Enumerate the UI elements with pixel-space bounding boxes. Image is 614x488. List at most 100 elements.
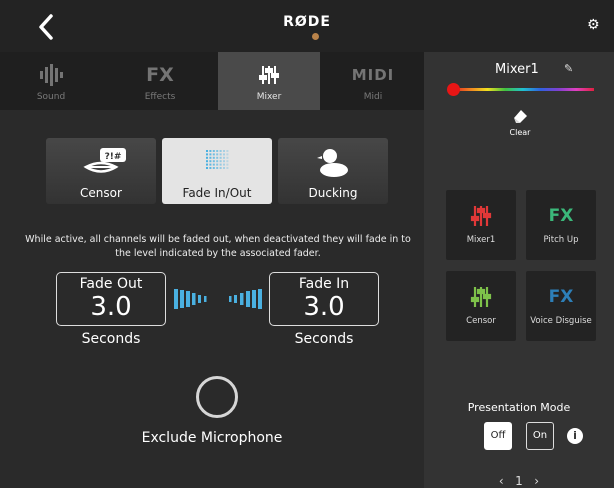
tab-label: Midi	[363, 92, 383, 102]
fade-grid-dot	[206, 160, 208, 163]
midi-icon: MIDI	[351, 66, 395, 84]
mode-description: While active, all channels will be faded…	[25, 234, 411, 259]
fade-grid-dot	[226, 160, 229, 163]
duck-icon	[317, 149, 348, 177]
brand-logo: RØDE	[283, 14, 331, 30]
fade-grid-dot	[209, 163, 212, 166]
color-slider-knob[interactable]	[447, 83, 460, 96]
fade-grid-dot	[209, 156, 212, 159]
fx-icon: FX	[146, 64, 174, 86]
exclude-microphone-label: Exclude Microphone	[141, 430, 283, 446]
tab-label: Effects	[144, 92, 176, 102]
sliders-icon	[470, 206, 492, 226]
pad-censor[interactable]: Censor	[446, 271, 516, 341]
mode-censor-button[interactable]: ?!# Censor	[46, 138, 156, 204]
fade-grid-dot	[212, 150, 215, 152]
fade-grid-dot	[209, 167, 212, 169]
fade-grid-dot	[223, 163, 225, 166]
fade-out-value: 3.0	[90, 292, 132, 322]
fx-icon: FX	[548, 206, 574, 226]
fade-grid-dot	[216, 156, 219, 159]
pad-mixer1[interactable]: Mixer1	[446, 190, 516, 260]
fade-grid-dot	[209, 153, 212, 156]
tab-effects[interactable]: FX Effects	[109, 52, 211, 110]
presentation-on-button[interactable]: On	[526, 422, 554, 450]
next-page-icon[interactable]: ›	[534, 474, 539, 488]
pad-label: Pitch Up	[543, 235, 579, 245]
mode-fade-button[interactable]: Fade In/Out	[162, 138, 272, 204]
fade-out-title: Fade Out	[79, 276, 143, 292]
tab-label: Sound	[36, 92, 66, 102]
fade-in-field[interactable]: Fade In 3.0	[269, 272, 379, 326]
eraser-icon[interactable]	[510, 106, 530, 126]
tab-sound[interactable]: Sound	[0, 52, 102, 110]
tab-bar: Sound FX Effects Mixer MIDI Midi	[0, 52, 424, 110]
pad-label: Voice Disguise	[530, 316, 592, 326]
fade-out-unit: Seconds	[81, 331, 141, 347]
color-slider[interactable]	[452, 88, 594, 91]
fade-grid-dot	[216, 150, 219, 152]
fade-grid-icon	[206, 150, 229, 169]
fade-grid-dot	[223, 167, 225, 169]
edit-icon[interactable]: ✎	[564, 62, 573, 75]
fade-grid-dot	[219, 163, 222, 166]
fade-grid-dot	[226, 150, 229, 152]
fade-in-value: 3.0	[303, 292, 345, 322]
fade-in-unit: Seconds	[294, 331, 354, 347]
fx-icon: FX	[548, 287, 574, 307]
brand-dot	[312, 33, 319, 40]
prev-page-icon[interactable]: ‹	[499, 474, 504, 488]
exclude-microphone-toggle[interactable]	[196, 376, 238, 418]
pad-name: Mixer1	[495, 62, 539, 77]
tab-label: Mixer	[256, 92, 282, 102]
fade-grid-dot	[219, 167, 222, 169]
fade-grid-dot	[226, 156, 229, 159]
gear-icon[interactable]: ⚙	[587, 18, 600, 32]
pager: ‹ 1 ›	[424, 474, 614, 488]
clear-label: Clear	[509, 128, 531, 137]
sliders-icon	[259, 66, 279, 84]
fade-grid-dot	[226, 163, 229, 166]
fade-grid-dot	[212, 163, 215, 166]
tab-mixer[interactable]: Mixer	[218, 52, 320, 110]
fade-grid-dot	[212, 156, 215, 159]
fade-grid-dot	[209, 160, 212, 163]
svg-text:?!#: ?!#	[105, 152, 122, 162]
fade-grid-dot	[212, 160, 215, 163]
mode-label: Censor	[80, 186, 122, 200]
fade-grid-dot	[219, 156, 222, 159]
fade-grid-dot	[216, 160, 219, 163]
fade-grid-dot	[206, 167, 208, 169]
info-icon[interactable]: i	[567, 428, 583, 444]
fade-grid-dot	[212, 167, 215, 169]
censor-lips-icon: ?!#	[83, 148, 126, 173]
fade-grid-dot	[219, 160, 222, 163]
fade-out-field[interactable]: Fade Out 3.0	[56, 272, 166, 326]
fade-grid-dot	[209, 150, 212, 152]
fade-bars-icon	[174, 289, 262, 309]
pad-label: Mixer1	[466, 235, 496, 245]
fade-grid-dot	[206, 150, 208, 152]
pad-voice-disguise[interactable]: FX Voice Disguise	[526, 271, 596, 341]
mode-label: Ducking	[308, 186, 358, 200]
fade-grid-dot	[216, 153, 219, 156]
fade-grid-dot	[226, 167, 229, 169]
fade-grid-dot	[206, 156, 208, 159]
fade-grid-dot	[223, 160, 225, 163]
fade-in-title: Fade In	[298, 276, 350, 292]
fade-grid-dot	[206, 153, 208, 156]
fade-grid-dot	[223, 156, 225, 159]
tab-midi[interactable]: MIDI Midi	[322, 52, 424, 110]
fade-grid-dot	[219, 153, 222, 156]
page-number: 1	[515, 474, 523, 488]
pad-pitch-up[interactable]: FX Pitch Up	[526, 190, 596, 260]
fade-grid-dot	[216, 163, 219, 166]
fade-grid-dot	[206, 163, 208, 166]
presentation-mode-label: Presentation Mode	[467, 401, 571, 414]
sliders-icon	[470, 287, 492, 307]
fade-grid-dot	[226, 153, 229, 156]
fade-grid-dot	[216, 167, 219, 169]
waveform-icon	[40, 64, 63, 86]
mode-ducking-button[interactable]: Ducking	[278, 138, 388, 204]
presentation-off-button[interactable]: Off	[484, 422, 512, 450]
